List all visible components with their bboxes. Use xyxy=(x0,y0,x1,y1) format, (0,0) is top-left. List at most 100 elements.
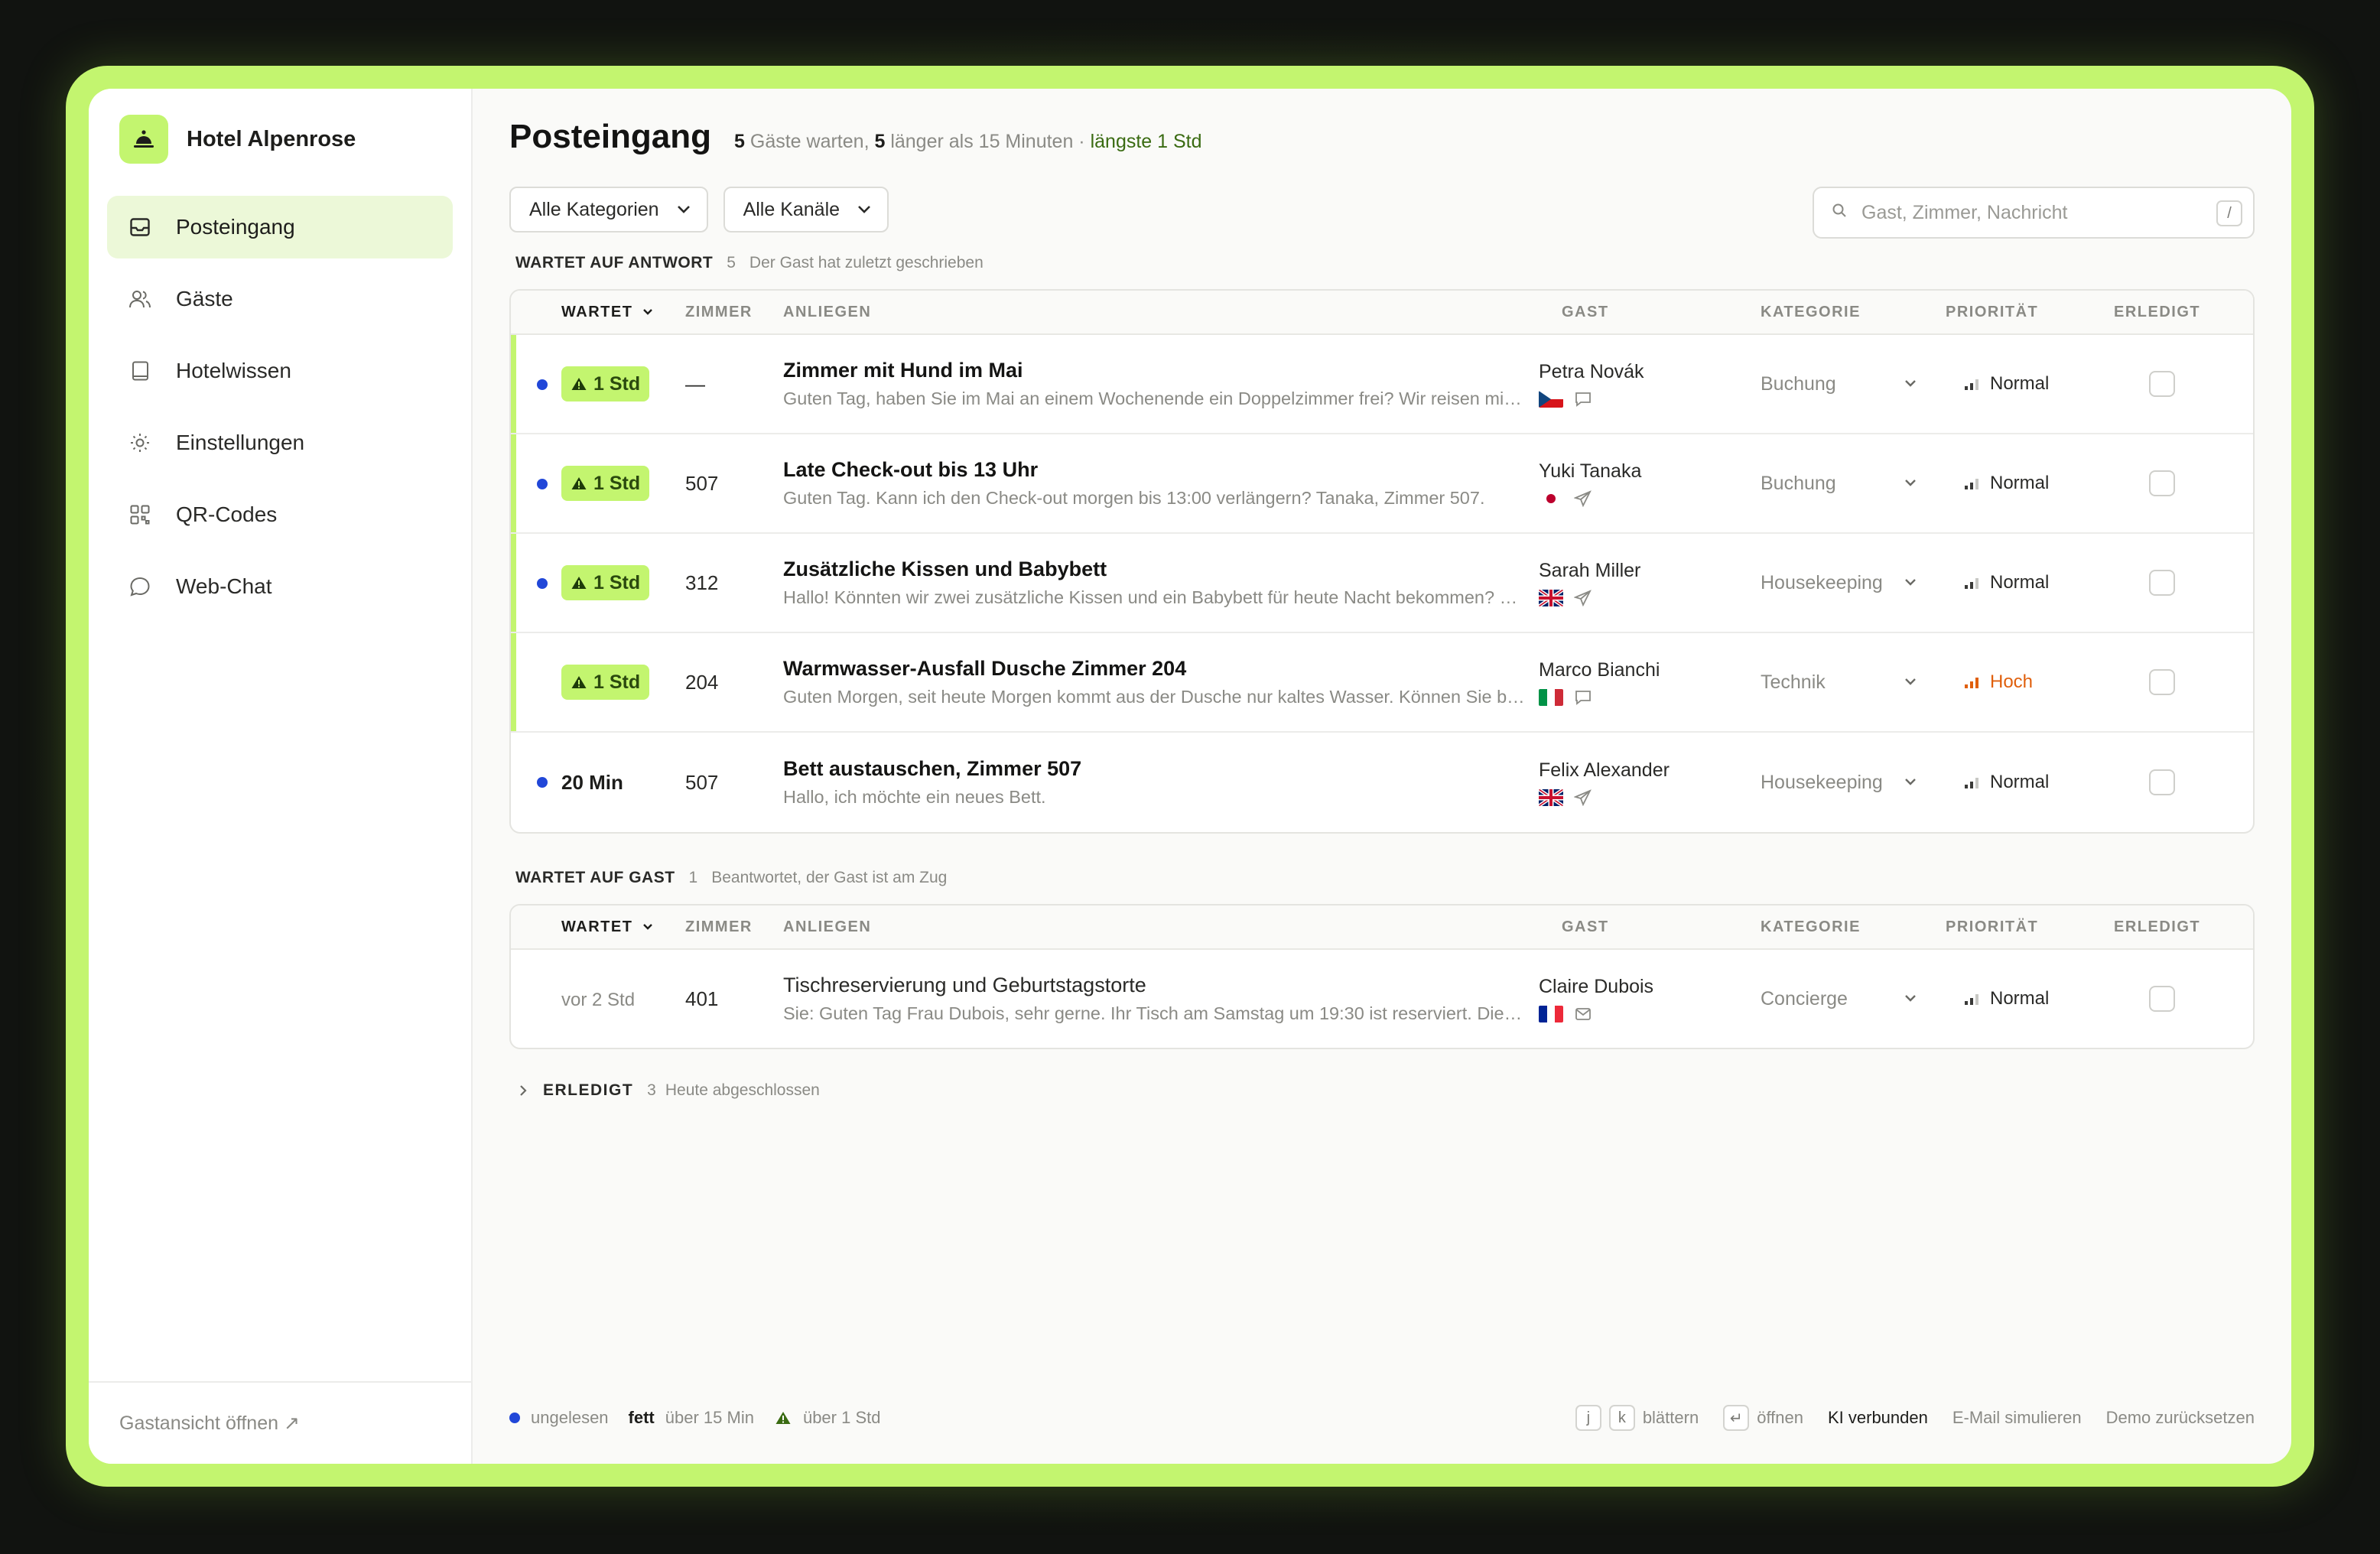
room-number: 507 xyxy=(685,471,719,495)
flag-jp-icon xyxy=(1539,489,1563,507)
table-header: WARTET ZIMMER ANLIEGEN GAST KATEGORIE PR… xyxy=(511,905,2253,950)
legend-bold-label: fett xyxy=(628,1408,655,1427)
sidebar-item-web-chat[interactable]: Web-Chat xyxy=(107,555,453,618)
table-row[interactable]: 1 Std — Zimmer mit Hund im Mai Guten Tag… xyxy=(511,335,2253,434)
table-row[interactable]: 1 Std 312 Zusätzliche Kissen und Babybet… xyxy=(511,534,2253,633)
legend-warning-label: über 1 Std xyxy=(802,1408,881,1427)
priority-indicator[interactable]: Normal xyxy=(1946,988,2114,1009)
table-row[interactable]: 20 Min 507 Bett austauschen, Zimmer 507 … xyxy=(511,733,2253,832)
sort-by-wait-header[interactable]: WARTET xyxy=(511,304,685,321)
signal-bars-icon xyxy=(1965,578,1978,589)
open-hint: öffnen xyxy=(1757,1408,1803,1427)
table-row[interactable]: vor 2 Std 401 Tischreservierung und Gebu… xyxy=(511,950,2253,1048)
priority-indicator[interactable]: Normal xyxy=(1946,572,2114,593)
legend-unread: ungelesen xyxy=(509,1408,609,1428)
chevron-down-icon xyxy=(1905,779,1916,785)
channel-filter-value: Alle Kanäle xyxy=(743,198,840,220)
category-select[interactable]: Concierge xyxy=(1761,988,1946,1010)
users-icon xyxy=(127,286,153,312)
app-frame: Hotel Alpenrose Posteingang Gäste Hotelw… xyxy=(66,66,2314,1487)
done-checkbox[interactable] xyxy=(2149,769,2175,795)
category-select[interactable]: Technik xyxy=(1761,671,1946,694)
chat-channel-icon xyxy=(1574,689,1592,706)
category-select[interactable]: Housekeeping xyxy=(1761,772,1946,794)
signal-bars-icon xyxy=(1965,479,1978,489)
key-j: j xyxy=(1575,1405,1601,1431)
request-preview: Hallo! Könnten wir zwei zusätzliche Kiss… xyxy=(783,587,1527,607)
category-filter-select[interactable]: Alle Kategorien xyxy=(509,187,708,232)
priority-indicator[interactable]: Normal xyxy=(1946,373,2114,395)
column-request: ANLIEGEN xyxy=(783,918,872,935)
section-awaiting-guest-title: WARTET AUF GAST 1 Beantwortet, der Gast … xyxy=(509,864,2255,892)
status-footer: ungelesen fett über 15 Min über 1 Std j … xyxy=(509,1403,2255,1433)
unread-dot xyxy=(537,379,548,390)
chat-bubble-icon xyxy=(127,574,153,600)
reset-demo-button[interactable]: Demo zurücksetzen xyxy=(2106,1408,2255,1428)
section-awaiting-reply-title: WARTET AUF ANTWORT 5 Der Gast hat zuletz… xyxy=(509,249,2255,277)
guest-name: Sarah Miller xyxy=(1539,559,1641,581)
warning-icon xyxy=(571,577,587,589)
category-select[interactable]: Housekeeping xyxy=(1761,572,1946,594)
section-count: 5 xyxy=(727,254,736,271)
page-title: Posteingang xyxy=(509,118,712,155)
warning-icon xyxy=(571,676,587,688)
done-checkbox[interactable] xyxy=(2149,669,2175,695)
done-checkbox[interactable] xyxy=(2149,470,2175,496)
filter-bar: Alle Kategorien Alle Kanäle Gast, Zimmer… xyxy=(509,187,2255,239)
channel-filter-select[interactable]: Alle Kanäle xyxy=(723,187,889,232)
done-checkbox[interactable] xyxy=(2149,986,2175,1012)
column-done: ERLEDIGT xyxy=(2114,303,2201,320)
priority-indicator[interactable]: Normal xyxy=(1946,473,2114,494)
request-title: Tischreservierung und Geburtstagstorte xyxy=(783,974,1146,996)
column-priority: PRIORITÄT xyxy=(1946,303,2039,320)
sidebar-item-posteingang[interactable]: Posteingang xyxy=(107,196,453,258)
search-input[interactable]: Gast, Zimmer, Nachricht / xyxy=(1813,187,2255,239)
chevron-down-icon xyxy=(1905,995,1916,1002)
wait-badge: 1 Std xyxy=(561,466,650,501)
legend-bold: fett über 15 Min xyxy=(629,1408,754,1428)
sort-by-wait-header[interactable]: WARTET xyxy=(511,918,685,936)
chevron-down-icon xyxy=(1905,678,1916,685)
table-row[interactable]: 1 Std 507 Late Check-out bis 13 Uhr Gute… xyxy=(511,434,2253,534)
legend-bold-desc: über 15 Min xyxy=(665,1408,754,1427)
sidebar-item-einstellungen[interactable]: Einstellungen xyxy=(107,411,453,474)
priority-indicator[interactable]: Hoch xyxy=(1946,671,2114,693)
sidebar-item-hotelwissen[interactable]: Hotelwissen xyxy=(107,340,453,402)
simulate-email-button[interactable]: E-Mail simulieren xyxy=(1952,1408,2082,1428)
chat-channel-icon xyxy=(1574,391,1592,408)
done-checkbox[interactable] xyxy=(2149,371,2175,397)
column-room: ZIMMER xyxy=(685,918,753,935)
send-channel-icon xyxy=(1574,788,1592,806)
column-category: KATEGORIE xyxy=(1761,918,1861,935)
section-done-toggle[interactable]: ERLEDIGT 3 Heute abgeschlossen xyxy=(509,1081,2255,1100)
table-row[interactable]: 1 Std 204 Warmwasser-Ausfall Dusche Zimm… xyxy=(511,633,2253,733)
request-title: Zusätzliche Kissen und Babybett xyxy=(783,558,1107,580)
category-select[interactable]: Buchung xyxy=(1761,373,1946,395)
unread-dot xyxy=(537,578,548,589)
category-select[interactable]: Buchung xyxy=(1761,473,1946,495)
chevron-down-icon xyxy=(643,309,653,315)
wait-time: 20 Min xyxy=(561,770,623,794)
priority-indicator[interactable]: Normal xyxy=(1946,772,2114,793)
awaiting-guest-table: WARTET ZIMMER ANLIEGEN GAST KATEGORIE PR… xyxy=(509,904,2255,1049)
category-filter-value: Alle Kategorien xyxy=(529,198,659,220)
key-enter: ↵ xyxy=(1723,1405,1750,1431)
open-guest-view-link[interactable]: Gastansicht öffnen ↗ xyxy=(89,1381,471,1464)
inbox-summary: 5 Gäste warten, 5 länger als 15 Minuten … xyxy=(734,131,1201,153)
app-window: Hotel Alpenrose Posteingang Gäste Hotelw… xyxy=(89,89,2291,1464)
warning-icon xyxy=(571,477,587,489)
ai-status: KI verbunden xyxy=(1827,1408,1928,1427)
sidebar-item-label: Hotelwissen xyxy=(176,359,291,382)
legend-unread-label: ungelesen xyxy=(531,1408,609,1427)
request-title: Warmwasser-Ausfall Dusche Zimmer 204 xyxy=(783,657,1187,680)
done-checkbox[interactable] xyxy=(2149,570,2175,596)
longest-wait: längste 1 Std xyxy=(1090,131,1202,152)
sidebar-item-gaeste[interactable]: Gäste xyxy=(107,268,453,330)
request-preview: Sie: Guten Tag Frau Dubois, sehr gerne. … xyxy=(783,1003,1527,1023)
hotel-name: Hotel Alpenrose xyxy=(187,126,356,151)
unread-dot xyxy=(537,777,548,788)
column-done: ERLEDIGT xyxy=(2114,918,2201,935)
sidebar-item-qr-codes[interactable]: QR-Codes xyxy=(107,483,453,546)
section-name: WARTET AUF ANTWORT xyxy=(515,254,714,271)
sidebar-item-label: Posteingang xyxy=(176,215,295,239)
